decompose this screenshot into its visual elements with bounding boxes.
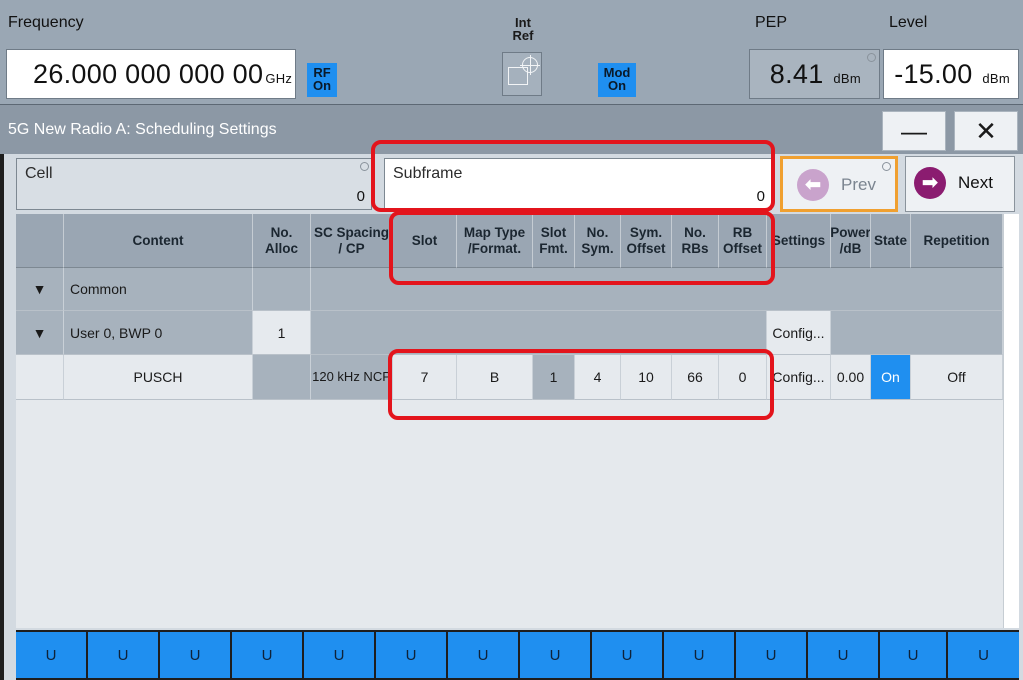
cell-field[interactable]: Cell 0	[16, 158, 372, 210]
slot-cell-1[interactable]: U	[88, 632, 160, 678]
close-icon: ✕	[975, 116, 997, 146]
table-cell	[253, 268, 311, 311]
row-expander	[16, 355, 64, 400]
slot-cell-2[interactable]: U	[160, 632, 232, 678]
minimize-button[interactable]: —	[882, 111, 946, 151]
arrow-left-icon: ⬅	[797, 169, 829, 201]
row-expander[interactable]: ▼	[16, 268, 64, 311]
close-button[interactable]: ✕	[954, 111, 1018, 151]
column-header-state: State	[871, 214, 911, 268]
slot-cell-3[interactable]: U	[232, 632, 304, 678]
frequency-unit: GHz	[265, 71, 293, 86]
state-toggle[interactable]: On	[871, 355, 911, 400]
settings-indicator-icon	[867, 53, 876, 62]
pep-label: PEP	[755, 14, 788, 31]
vertical-scrollbar[interactable]	[1003, 214, 1019, 628]
column-header-sc-spacing: SC Spacing / CP	[311, 214, 393, 268]
slot-cell-5[interactable]: U	[376, 632, 448, 678]
pep-field: 8.41 dBm	[749, 49, 880, 99]
column-header-content: Content	[64, 214, 253, 268]
column-header-no-alloc: No. Alloc	[253, 214, 311, 268]
reference-icon[interactable]	[502, 52, 542, 96]
dialog-title: 5G New Radio A: Scheduling Settings	[8, 121, 277, 138]
settings-indicator-icon	[882, 162, 891, 171]
sc-spacing-cell: 120 kHz NCP	[311, 355, 393, 400]
cell-label: Cell	[25, 165, 53, 182]
prev-label: Prev	[841, 175, 876, 194]
no-alloc-cell[interactable]: 1	[253, 311, 311, 355]
cell-value: 0	[356, 188, 365, 205]
prev-button[interactable]: ⬅ Prev	[780, 156, 898, 212]
table-row-pusch[interactable]: PUSCH	[64, 355, 253, 400]
next-label: Next	[958, 173, 993, 192]
table-row-user[interactable]: User 0, BWP 0	[64, 311, 253, 355]
level-unit: dBm	[982, 71, 1010, 86]
slot-cell-12[interactable]: U	[880, 632, 948, 678]
column-header-repetition: Repetition	[911, 214, 1003, 268]
slot-cell-9[interactable]: U	[664, 632, 736, 678]
highlight-pusch-values	[388, 349, 774, 420]
frequency-field[interactable]: 26.000 000 000 00 GHz	[6, 49, 296, 99]
pep-unit: dBm	[833, 71, 861, 86]
arrow-right-icon: ➡	[914, 167, 946, 199]
row-expander[interactable]: ▼	[16, 311, 64, 355]
settings-indicator-icon	[360, 162, 369, 171]
slot-cell-13[interactable]: U	[948, 632, 1019, 678]
column-header	[16, 214, 64, 268]
mod-on-badge[interactable]: Mod On	[598, 63, 636, 97]
pep-value: 8.41	[769, 59, 824, 89]
int-ref-label: Int Ref	[512, 15, 534, 43]
next-button[interactable]: ➡ Next	[905, 156, 1015, 212]
status-bar: Frequency 26.000 000 000 00 GHz RF On Int…	[0, 0, 1023, 104]
highlight-subframe	[371, 140, 775, 212]
minimize-icon: —	[901, 116, 927, 146]
slot-cell-7[interactable]: U	[520, 632, 592, 678]
slot-cell-10[interactable]: U	[736, 632, 808, 678]
table-row-common[interactable]: Common	[64, 268, 253, 311]
slot-cell-11[interactable]: U	[808, 632, 880, 678]
slot-cell-6[interactable]: U	[448, 632, 520, 678]
level-field[interactable]: -15.00 dBm	[883, 49, 1019, 99]
highlight-column-headers	[389, 211, 775, 285]
level-label: Level	[889, 14, 928, 31]
frequency-value: 26.000 000 000 00	[33, 59, 264, 89]
level-value: -15.00	[894, 59, 973, 89]
frequency-label: Frequency	[8, 14, 84, 31]
config-button[interactable]: Config...	[767, 311, 831, 355]
no-alloc-cell	[253, 355, 311, 400]
slot-strip: U U U U U U U U U U U U U U	[16, 630, 1019, 680]
slot-cell-8[interactable]: U	[592, 632, 664, 678]
rf-on-badge[interactable]: RF On	[307, 63, 337, 97]
repetition-toggle[interactable]: Off	[911, 355, 1003, 400]
slot-cell-0[interactable]: U	[16, 632, 88, 678]
table-cell	[831, 311, 1003, 355]
column-header-power: Power /dB	[831, 214, 871, 268]
power-cell[interactable]: 0.00	[831, 355, 871, 400]
column-header-settings: Settings	[767, 214, 831, 268]
config-button[interactable]: Config...	[767, 355, 831, 400]
slot-cell-4[interactable]: U	[304, 632, 376, 678]
